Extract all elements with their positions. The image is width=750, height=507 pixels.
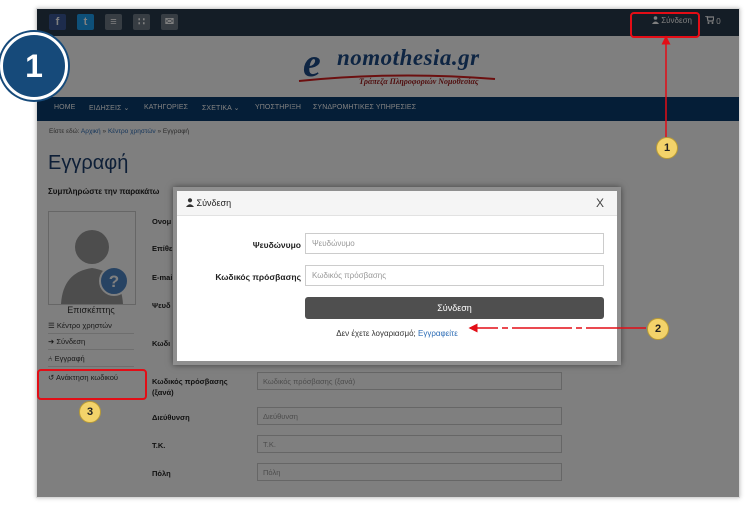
annotation-arrows	[468, 35, 671, 333]
marker-3: 3	[79, 401, 101, 423]
marker-1: 1	[656, 137, 678, 159]
marker-2: 2	[647, 318, 669, 340]
